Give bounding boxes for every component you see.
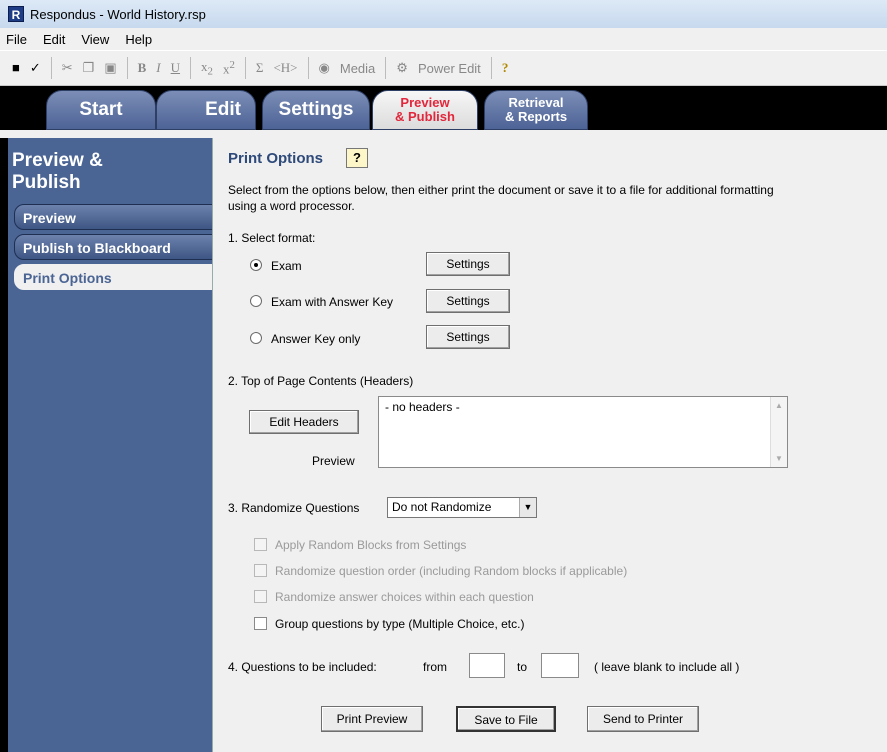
toolbar-separator [50,57,52,79]
sidebar-title: Preview & Publish [8,138,212,194]
intro-line2: using a word processor. [228,199,355,213]
respondus-app-icon: R [8,6,24,22]
cut-icon[interactable]: ✂ [62,60,73,76]
spellcheck-icon[interactable]: ✓ [30,60,41,76]
italic-icon[interactable]: I [156,60,160,76]
step2-label: 2. Top of Page Contents (Headers) [228,374,414,388]
randomize-select-value: Do not Randomize [392,500,492,514]
toolbar-separator [126,57,128,79]
print-preview-button[interactable]: Print Preview [321,706,423,732]
tab-settings[interactable]: Settings [262,90,370,130]
step1-label: 1. Select format: [228,231,316,245]
tab-retrieval-line1: Retrieval [508,95,564,110]
power-edit-label[interactable]: Power Edit [418,61,481,76]
equation-icon[interactable]: Σ [256,60,264,76]
help-button-icon[interactable]: ? [346,148,368,168]
chevron-down-icon[interactable]: ▼ [519,498,536,517]
help-icon[interactable]: ? [502,60,509,76]
tab-preview-publish-line1: Preview [400,95,450,110]
media-icon[interactable]: ◉ [319,60,330,76]
tab-retrieval-reports[interactable]: Retrieval & Reports [484,90,588,130]
randomize-choices-label: Randomize answer choices within each que… [275,590,534,604]
menu-edit[interactable]: Edit [43,32,65,47]
sidebar-item-publish-blackboard[interactable]: Publish to Blackboard [14,234,214,260]
headers-preview-label: Preview [312,454,355,468]
to-input[interactable] [541,653,579,678]
copy-icon[interactable]: ❐ [83,60,95,76]
from-input[interactable] [469,653,505,678]
random-blocks-checkbox[interactable] [254,538,267,551]
random-blocks-label: Apply Random Blocks from Settings [275,538,467,552]
randomize-order-checkbox[interactable] [254,564,267,577]
menu-view[interactable]: View [81,32,109,47]
page-title: Print Options [228,150,323,167]
title-bar: R Respondus - World History.rsp [0,0,887,28]
tab-retrieval-line2: & Reports [504,109,568,124]
scroll-down-icon[interactable]: ▼ [771,454,787,463]
tab-start[interactable]: Start [46,90,156,130]
group-by-type-label: Group questions by type (Multiple Choice… [275,617,525,631]
menu-file[interactable]: File [6,32,27,47]
edit-headers-button[interactable]: Edit Headers [249,410,359,434]
bold-icon[interactable]: B [138,60,147,76]
main-tab-strip: Start Edit Settings Preview & Publish Re… [0,86,887,130]
group-by-type-checkbox[interactable] [254,617,267,630]
sidebar-title-line2: Publish [12,172,81,193]
sidebar-item-print-options[interactable]: Print Options [14,264,214,290]
sidebar-title-line1: Preview & [12,150,103,171]
headers-scrollbar[interactable]: ▲ ▼ [770,397,787,467]
media-label[interactable]: Media [340,61,375,76]
tab-preview-publish[interactable]: Preview & Publish [372,90,478,130]
html-icon[interactable]: <H> [273,60,297,76]
randomize-order-label: Randomize question order (including Rand… [275,564,628,578]
underline-icon[interactable]: U [171,60,180,76]
tab-underline [0,130,887,138]
tab-edit[interactable]: Edit [156,90,256,130]
subscript-icon[interactable]: x2 [201,59,213,78]
power-edit-icon[interactable]: ⚙ [396,60,408,76]
paste-icon[interactable]: ▣ [104,60,116,76]
toolbar: ■ ✓ ✂ ❐ ▣ B I U x2 x2 Σ <H> ◉ Media ⚙ Po… [0,50,887,86]
send-to-printer-button[interactable]: Send to Printer [587,706,699,732]
to-label: to [517,660,528,674]
scroll-up-icon[interactable]: ▲ [771,401,787,410]
step3-label: 3. Randomize Questions [228,501,360,515]
toolbar-separator [307,57,309,79]
format-exam-label: Exam [271,259,302,273]
format-answer-key-only-label: Answer Key only [271,332,361,346]
format-exam-answer-key-label: Exam with Answer Key [271,295,394,309]
headers-preview-text: - no headers - [385,400,460,414]
headers-preview-box[interactable]: - no headers - ▲ ▼ [378,396,788,468]
toolbar-separator [244,57,246,79]
exam-settings-button[interactable]: Settings [426,252,510,276]
format-answer-key-only-radio[interactable] [250,332,262,344]
randomize-select[interactable]: Do not Randomize ▼ [387,497,537,518]
menu-help[interactable]: Help [125,32,152,47]
tab-preview-publish-line2: & Publish [395,109,455,124]
window-title: Respondus - World History.rsp [30,6,206,22]
sidebar-item-preview[interactable]: Preview [14,204,214,230]
save-to-file-button[interactable]: Save to File [456,706,556,732]
toolbar-separator [190,57,192,79]
randomize-choices-checkbox[interactable] [254,590,267,603]
from-label: from [423,660,447,674]
save-icon[interactable]: ■ [12,60,20,76]
range-hint: ( leave blank to include all ) [594,660,740,674]
format-exam-answer-key-radio[interactable] [250,295,262,307]
left-sidebar: Preview & Publish Preview Publish to Bla… [8,138,214,752]
exam-answer-key-settings-button[interactable]: Settings [426,289,510,313]
toolbar-separator [385,57,387,79]
main-panel: Print Options ? Select from the options … [212,138,887,752]
answer-key-settings-button[interactable]: Settings [426,325,510,349]
menu-bar: File Edit View Help [0,28,887,50]
intro-line1: Select from the options below, then eith… [228,183,774,197]
toolbar-separator [490,57,492,79]
superscript-icon[interactable]: x2 [223,59,235,77]
step4-label: 4. Questions to be included: [228,660,377,674]
format-exam-radio[interactable] [250,259,262,271]
